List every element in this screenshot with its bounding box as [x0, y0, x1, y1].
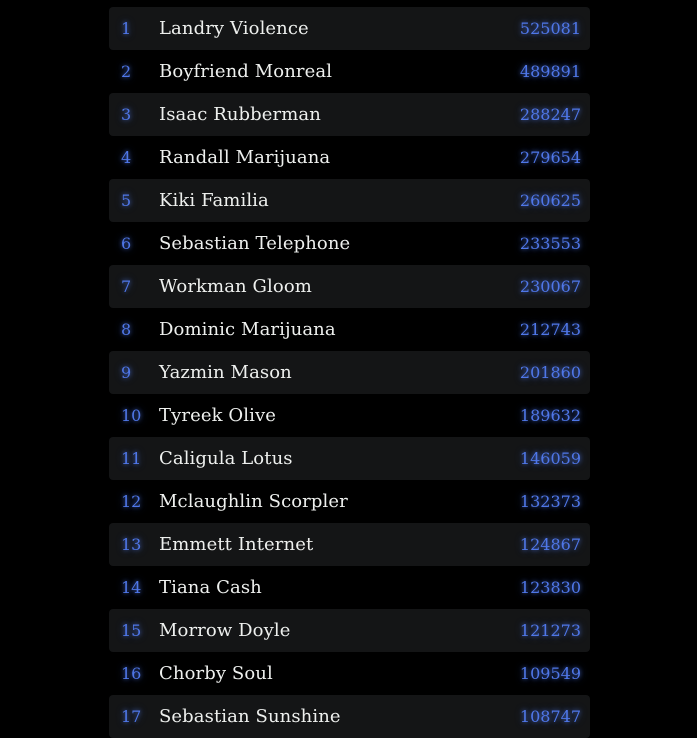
- player-name: Caligula Lotus: [159, 448, 293, 469]
- rank-number: 8: [121, 320, 132, 339]
- player-name: Tyreek Olive: [159, 405, 277, 426]
- leaderboard-row[interactable]: 4 Randall Marijuana 279654: [109, 136, 590, 179]
- leaderboard-row[interactable]: 13 Emmett Internet 124867: [109, 523, 590, 566]
- player-name: Tiana Cash: [159, 577, 262, 598]
- rank-number: 2: [121, 62, 132, 81]
- player-name: Yazmin Mason: [159, 362, 292, 383]
- rank-number: 5: [121, 191, 132, 210]
- player-score: 123830: [519, 578, 581, 597]
- leaderboard-row[interactable]: 1 Landry Violence 525081: [109, 7, 590, 50]
- rank-number: 3: [121, 105, 132, 124]
- rank-number: 9: [121, 363, 132, 382]
- player-name: Emmett Internet: [159, 534, 314, 555]
- player-name: Workman Gloom: [159, 276, 312, 297]
- rank-number: 13: [121, 535, 142, 554]
- rank-number: 11: [121, 449, 142, 468]
- player-score: 108747: [519, 707, 581, 726]
- rank-number: 10: [121, 406, 142, 425]
- leaderboard-row[interactable]: 16 Chorby Soul 109549: [109, 652, 590, 695]
- player-name: Sebastian Sunshine: [159, 706, 341, 727]
- player-score: 233553: [519, 234, 581, 253]
- leaderboard-row[interactable]: 14 Tiana Cash 123830: [109, 566, 590, 609]
- player-name: Boyfriend Monreal: [159, 61, 333, 82]
- player-name: Landry Violence: [159, 18, 309, 39]
- player-name: Sebastian Telephone: [159, 233, 351, 254]
- player-score: 212743: [519, 320, 581, 339]
- player-name: Mclaughlin Scorpler: [159, 491, 348, 512]
- leaderboard-row[interactable]: 3 Isaac Rubberman 288247: [109, 93, 590, 136]
- player-score: 525081: [519, 19, 581, 38]
- player-name: Kiki Familia: [159, 190, 269, 211]
- leaderboard-row[interactable]: 8 Dominic Marijuana 212743: [109, 308, 590, 351]
- player-score: 146059: [519, 449, 581, 468]
- player-score: 109549: [519, 664, 581, 683]
- leaderboard-list: 1 Landry Violence 525081 2 Boyfriend Mon…: [109, 7, 590, 738]
- player-score: 489891: [519, 62, 581, 81]
- leaderboard-row[interactable]: 10 Tyreek Olive 189632: [109, 394, 590, 437]
- rank-number: 4: [121, 148, 132, 167]
- leaderboard-row[interactable]: 17 Sebastian Sunshine 108747: [109, 695, 590, 738]
- player-score: 189632: [519, 406, 581, 425]
- player-score: 279654: [519, 148, 581, 167]
- rank-number: 16: [121, 664, 142, 683]
- leaderboard-row[interactable]: 15 Morrow Doyle 121273: [109, 609, 590, 652]
- rank-number: 12: [121, 492, 142, 511]
- player-score: 288247: [519, 105, 581, 124]
- player-score: 201860: [519, 363, 581, 382]
- leaderboard-row[interactable]: 9 Yazmin Mason 201860: [109, 351, 590, 394]
- rank-number: 1: [121, 19, 132, 38]
- leaderboard-row[interactable]: 2 Boyfriend Monreal 489891: [109, 50, 590, 93]
- player-name: Dominic Marijuana: [159, 319, 336, 340]
- player-name: Randall Marijuana: [159, 147, 331, 168]
- leaderboard-row[interactable]: 6 Sebastian Telephone 233553: [109, 222, 590, 265]
- leaderboard-row[interactable]: 7 Workman Gloom 230067: [109, 265, 590, 308]
- leaderboard-row[interactable]: 12 Mclaughlin Scorpler 132373: [109, 480, 590, 523]
- rank-number: 17: [121, 707, 142, 726]
- player-score: 260625: [519, 191, 581, 210]
- leaderboard-row[interactable]: 5 Kiki Familia 260625: [109, 179, 590, 222]
- player-name: Morrow Doyle: [159, 620, 291, 641]
- rank-number: 7: [121, 277, 132, 296]
- player-name: Isaac Rubberman: [159, 104, 321, 125]
- player-score: 124867: [519, 535, 581, 554]
- rank-number: 6: [121, 234, 132, 253]
- player-name: Chorby Soul: [159, 663, 273, 684]
- rank-number: 15: [121, 621, 142, 640]
- player-score: 132373: [519, 492, 581, 511]
- leaderboard-row[interactable]: 11 Caligula Lotus 146059: [109, 437, 590, 480]
- player-score: 121273: [519, 621, 581, 640]
- rank-number: 14: [121, 578, 142, 597]
- player-score: 230067: [519, 277, 581, 296]
